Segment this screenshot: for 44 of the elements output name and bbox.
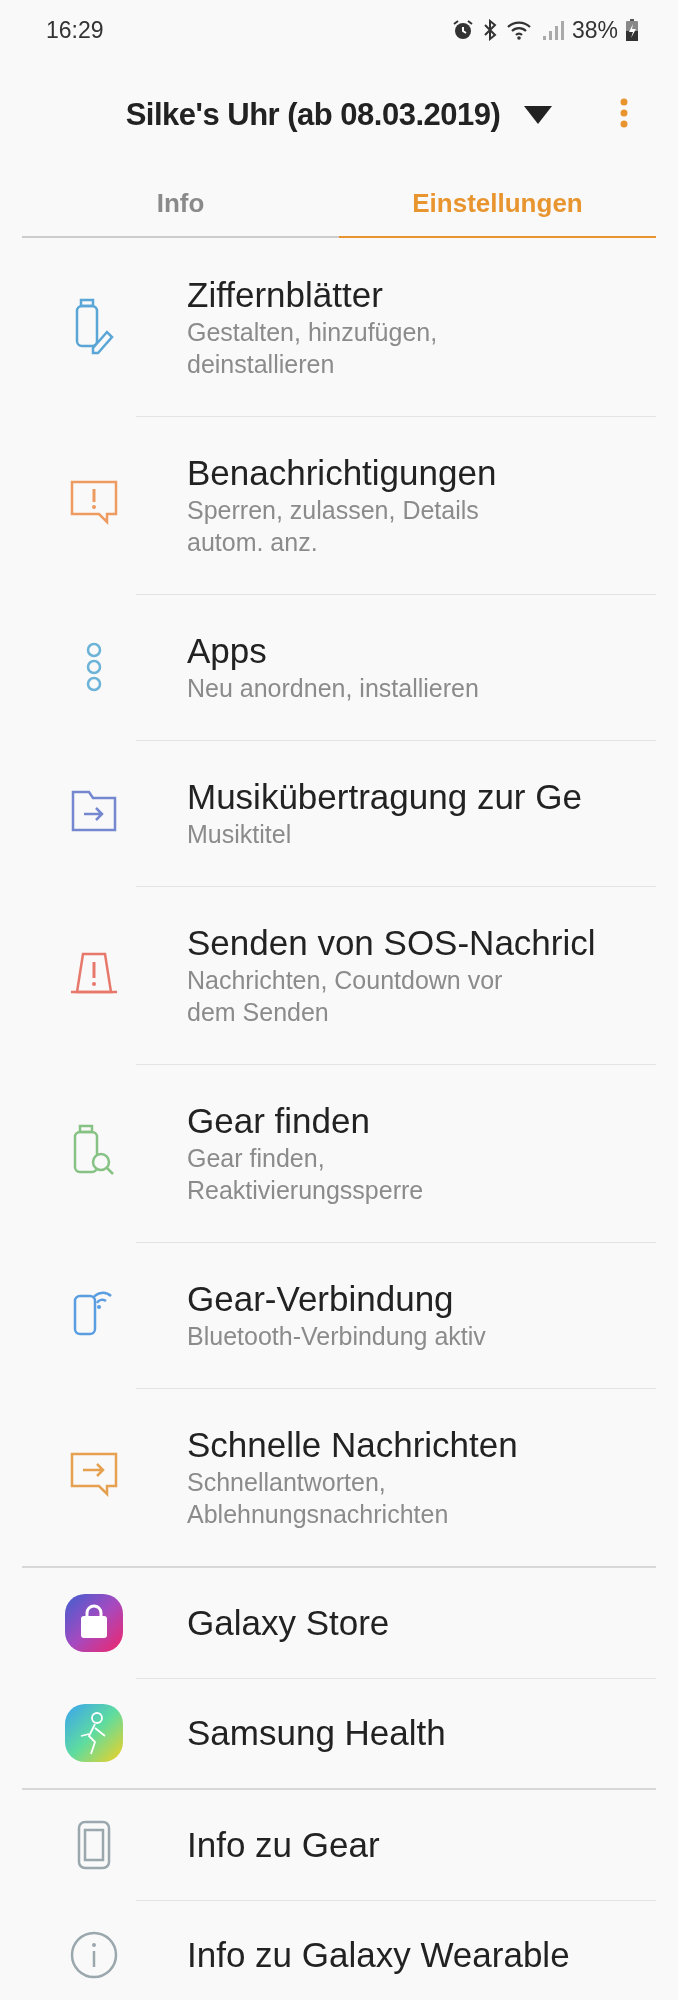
item-subtitle: Neu anordnen, installieren xyxy=(187,672,479,704)
item-subtitle: Gear finden, Reaktivierungssperre xyxy=(187,1142,425,1206)
signal-icon xyxy=(541,19,564,41)
item-title: Benachrichtigungen xyxy=(187,451,498,494)
device-selector[interactable]: Silke's Uhr (ab 08.03.2019) xyxy=(125,91,553,139)
settings-item[interactable]: Gear finden Gear finden, Reaktivierungssperre xyxy=(22,1064,656,1242)
settings-item[interactable]: Galaxy Store xyxy=(22,1568,656,1678)
item-title: Schnelle Nachrichten xyxy=(187,1423,519,1466)
bluetooth-icon xyxy=(481,19,498,41)
dropdown-caret-icon xyxy=(524,106,553,124)
item-title: Gear finden xyxy=(187,1099,371,1142)
item-subtitle: Bluetooth-Verbindung aktiv xyxy=(187,1320,486,1352)
settings-item[interactable]: Ziffernblätter Gestalten, hinzufügen, deinstallieren xyxy=(22,238,656,416)
item-subtitle: Sperren, zulassen, Details autom. anz. xyxy=(187,494,480,558)
battery-icon xyxy=(626,19,638,41)
item-title: Galaxy Store xyxy=(187,1602,390,1644)
settings-item[interactable]: Info zu Gear xyxy=(22,1790,656,1900)
item-title: Musikübertragung zur Ge xyxy=(187,775,582,818)
item-title: Apps xyxy=(187,629,268,672)
item-title: Info zu Gear xyxy=(187,1824,380,1866)
settings-item[interactable]: Musikübertragung zur Ge Musiktitel xyxy=(22,740,656,886)
item-title: Samsung Health xyxy=(187,1712,446,1754)
status-time: 16:29 xyxy=(46,15,104,45)
more-options-icon[interactable] xyxy=(620,98,628,128)
item-subtitle: Schnellantworten, Ablehnungsnachrichten xyxy=(187,1466,450,1530)
item-title: Info zu Galaxy Wearable xyxy=(187,1934,570,1976)
item-subtitle: Musiktitel xyxy=(187,818,293,850)
alarm-icon xyxy=(451,19,474,41)
settings-item[interactable]: Gear-Verbindung Bluetooth-Verbindung aktiv xyxy=(22,1242,656,1388)
item-title: Ziffernblätter xyxy=(187,273,384,316)
settings-item[interactable]: Schnelle Nachrichten Schnellantworten, Ablehnungsnachrichten xyxy=(22,1388,656,1566)
settings-item[interactable]: Apps Neu anordnen, installieren xyxy=(22,594,656,740)
settings-item[interactable]: Info zu Galaxy Wearable xyxy=(22,1900,656,2000)
item-subtitle: Gestalten, hinzufügen, deinstallieren xyxy=(187,316,439,380)
item-subtitle: Nachrichten, Countdown vor dem Senden xyxy=(187,964,504,1028)
settings-item[interactable]: Samsung Health xyxy=(22,1678,656,1788)
more-dots-icon xyxy=(85,642,102,692)
settings-item[interactable]: Benachrichtigungen Sperren, zulassen, Details autom. anz. xyxy=(22,416,656,594)
item-title: Gear-Verbindung xyxy=(187,1277,455,1320)
shopping-bag-icon xyxy=(64,1594,123,1652)
battery-percent: 38% xyxy=(571,15,618,45)
item-title: Senden von SOS-Nachricl xyxy=(187,921,596,964)
settings-item[interactable]: Senden von SOS-Nachricl Nachrichten, Countdown vor dem Senden xyxy=(22,886,656,1064)
runner-icon xyxy=(64,1704,123,1762)
